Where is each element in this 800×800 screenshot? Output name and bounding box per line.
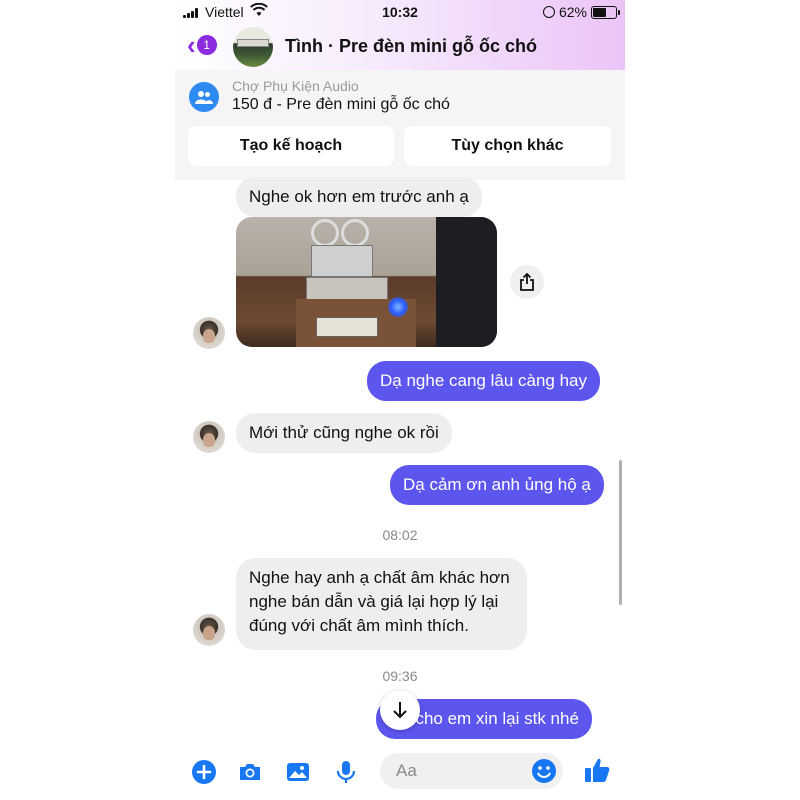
timestamp: 09:36 bbox=[382, 668, 418, 684]
avatar[interactable] bbox=[193, 317, 225, 349]
camera-icon[interactable] bbox=[237, 759, 263, 785]
timestamp: 08:02 bbox=[382, 527, 418, 543]
emoji-icon[interactable] bbox=[531, 758, 557, 784]
messenger-screen: Viettel 10:32 62% ‹ 1 Tình · Pre đèn min… bbox=[175, 0, 625, 800]
battery-icon bbox=[591, 5, 620, 19]
listing-thumbnail[interactable] bbox=[233, 27, 273, 67]
orientation-lock-icon bbox=[542, 6, 555, 18]
outgoing-message[interactable]: Dạ nghe cang lâu càng hay bbox=[367, 361, 600, 401]
gallery-icon[interactable] bbox=[285, 759, 311, 785]
thread-title[interactable]: Tình · Pre đèn mini gỗ ốc chó bbox=[285, 36, 537, 57]
incoming-message[interactable]: Nghe hay anh ạ chất âm khác hơn nghe bán… bbox=[236, 558, 527, 650]
top-bar: Viettel 10:32 62% ‹ 1 Tình · Pre đèn min… bbox=[175, 0, 625, 70]
share-button[interactable] bbox=[510, 265, 544, 299]
more-options-button[interactable]: Tùy chọn khác bbox=[404, 126, 611, 166]
message-line: đúng với chất âm mình thích. bbox=[249, 616, 469, 635]
scroll-to-bottom-button[interactable] bbox=[380, 690, 420, 730]
message-line: Nghe hay anh ạ chất âm khác hơn bbox=[249, 568, 510, 587]
back-button[interactable]: ‹ 1 bbox=[187, 32, 217, 58]
create-plan-button[interactable]: Tạo kế hoạch bbox=[188, 126, 394, 166]
chevron-left-icon: ‹ bbox=[187, 30, 196, 60]
status-bar: Viettel 10:32 62% bbox=[175, 0, 625, 24]
thumbs-up-icon[interactable] bbox=[583, 756, 611, 784]
avatar[interactable] bbox=[193, 614, 225, 646]
outgoing-message[interactable]: Dạ cảm ơn anh ủng hộ ạ bbox=[390, 465, 604, 505]
arrow-down-icon bbox=[393, 702, 407, 719]
shop-name[interactable]: Chợ Phụ Kiện Audio bbox=[232, 78, 359, 94]
message-composer bbox=[175, 745, 625, 800]
scrollbar[interactable] bbox=[619, 460, 622, 605]
shared-photo[interactable] bbox=[236, 217, 497, 347]
share-icon bbox=[520, 273, 534, 291]
microphone-icon[interactable] bbox=[333, 759, 359, 785]
incoming-message[interactable]: Nghe ok hơn em trước anh ạ bbox=[236, 177, 482, 217]
incoming-message[interactable]: Mới thử cũng nghe ok rồi bbox=[236, 413, 452, 453]
unread-badge: 1 bbox=[196, 35, 217, 55]
plus-icon[interactable] bbox=[191, 759, 217, 785]
chat-header: ‹ 1 Tình · Pre đèn mini gỗ ốc chó bbox=[175, 24, 625, 70]
message-line: nghe bán dẫn và giá lại hợp lý lại bbox=[249, 592, 499, 611]
battery-status: 62% bbox=[542, 4, 620, 20]
marketplace-panel: Chợ Phụ Kiện Audio 150 đ - Pre đèn mini … bbox=[175, 70, 625, 180]
listing-summary[interactable]: 150 đ - Pre đèn mini gỗ ốc chó bbox=[232, 96, 450, 114]
battery-percent: 62% bbox=[558, 4, 587, 20]
group-icon bbox=[189, 82, 219, 112]
avatar[interactable] bbox=[193, 421, 225, 453]
